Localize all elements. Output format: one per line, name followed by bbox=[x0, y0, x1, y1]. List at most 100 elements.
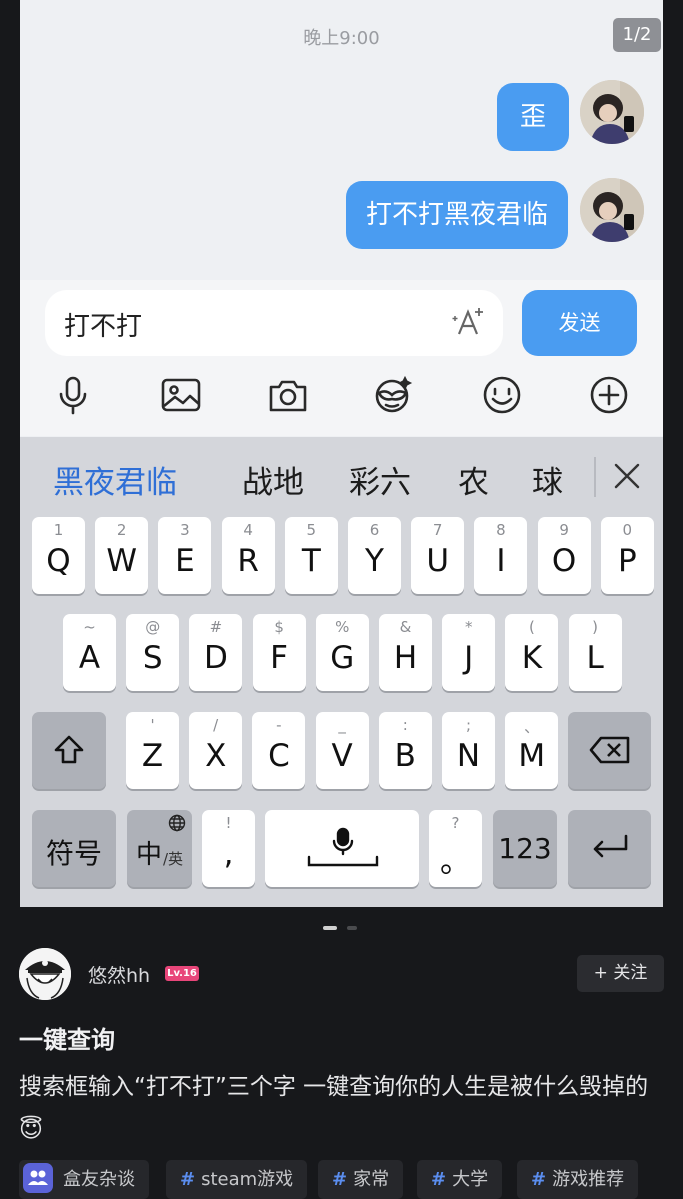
key-label: K bbox=[521, 640, 543, 676]
backspace-key[interactable] bbox=[568, 712, 651, 789]
key-c[interactable]: -C bbox=[252, 712, 306, 789]
circle-tag[interactable]: 盒友杂谈 bbox=[19, 1160, 149, 1199]
language-main-label: 中 bbox=[136, 840, 163, 870]
emoji-icon[interactable] bbox=[481, 374, 523, 416]
key-m[interactable]: 、 M bbox=[505, 712, 559, 789]
camera-icon[interactable] bbox=[267, 374, 309, 416]
key-o[interactable]: 9O bbox=[537, 517, 591, 594]
space-key[interactable] bbox=[265, 810, 419, 887]
key-label: O bbox=[551, 543, 577, 579]
chat-screenshot: 晚上9:00 1/2 歪 打不打黑夜君临 打不打 发送 黑夜君临 战地 彩六 农… bbox=[20, 0, 663, 907]
key-label: P bbox=[617, 543, 637, 579]
author-avatar[interactable] bbox=[19, 948, 71, 1000]
key-label: R bbox=[237, 543, 259, 579]
key-e[interactable]: 3E bbox=[158, 517, 212, 594]
key-label: I bbox=[496, 543, 506, 579]
key-hint: 3 bbox=[180, 521, 190, 539]
numbers-key[interactable]: 123 bbox=[493, 810, 557, 887]
image-pager: 1/2 bbox=[613, 18, 661, 52]
key-label: Z bbox=[141, 738, 164, 774]
key-n[interactable]: ; N bbox=[442, 712, 495, 789]
key-h[interactable]: & H bbox=[379, 614, 432, 691]
key-i[interactable]: 8I bbox=[474, 517, 528, 594]
key-hint: / bbox=[213, 716, 219, 734]
key-hint: 6 bbox=[369, 521, 380, 539]
key-label: U bbox=[426, 543, 450, 579]
period-key[interactable]: ? 。 bbox=[429, 810, 482, 887]
key-v[interactable]: _ V bbox=[315, 712, 369, 789]
candidate-word[interactable]: 战地 bbox=[242, 457, 304, 502]
topic-tag[interactable]: # 家常 bbox=[318, 1160, 404, 1199]
key-r[interactable]: 4R bbox=[221, 517, 275, 594]
key-a[interactable]: ~ A bbox=[63, 614, 116, 691]
topic-tag[interactable]: # 大学 bbox=[417, 1160, 503, 1199]
key-f[interactable]: $ F bbox=[252, 614, 306, 691]
key-label: L bbox=[586, 640, 604, 676]
key-label: A bbox=[78, 640, 101, 676]
close-icon[interactable] bbox=[612, 461, 642, 495]
key-j[interactable]: * J bbox=[442, 614, 496, 691]
message-input-bar: 打不打 发送 bbox=[20, 280, 663, 436]
key-hint: 0 bbox=[622, 521, 633, 539]
key-l[interactable]: ) L bbox=[568, 614, 622, 691]
carousel-dot-active bbox=[323, 926, 337, 930]
candidate-word[interactable]: 黑夜君临 bbox=[53, 457, 177, 502]
key-t[interactable]: 5T bbox=[284, 517, 338, 594]
key-g[interactable]: % G bbox=[315, 614, 369, 691]
key-z[interactable]: ' Z bbox=[126, 712, 179, 789]
key-x[interactable]: / X bbox=[189, 712, 243, 789]
key-hint: ) bbox=[592, 618, 599, 636]
follow-button[interactable]: + 关注 bbox=[577, 955, 664, 992]
message-bubble: 歪 bbox=[497, 83, 569, 151]
key-hint: 8 bbox=[496, 521, 506, 539]
sticker-icon[interactable] bbox=[372, 374, 414, 416]
globe-icon bbox=[168, 814, 186, 836]
language-switch-key[interactable]: 中 /英 bbox=[127, 810, 192, 887]
key-u[interactable]: 7U bbox=[411, 517, 465, 594]
comma-key-label: , bbox=[223, 836, 234, 872]
key-w[interactable]: 2W bbox=[95, 517, 149, 594]
author-name[interactable]: 悠然hh bbox=[88, 961, 150, 988]
key-k[interactable]: (K bbox=[505, 614, 559, 691]
key-hint: @ bbox=[145, 618, 161, 636]
key-hint: % bbox=[335, 618, 350, 636]
carousel-dot bbox=[347, 926, 357, 930]
candidate-word[interactable]: 农 bbox=[458, 457, 489, 502]
key-label: E bbox=[175, 543, 195, 579]
candidate-word[interactable]: 彩六 bbox=[349, 457, 411, 502]
circle-tag-label: 盒友杂谈 bbox=[63, 1169, 135, 1190]
comma-key[interactable]: ! , bbox=[202, 810, 255, 887]
message-input[interactable]: 打不打 bbox=[45, 290, 503, 356]
key-p[interactable]: 0P bbox=[600, 517, 654, 594]
symbols-key[interactable]: 符号 bbox=[32, 810, 116, 887]
candidate-word[interactable]: 球 bbox=[532, 457, 563, 502]
enter-icon bbox=[590, 832, 630, 868]
key-s[interactable]: @ S bbox=[126, 614, 180, 691]
topic-tag-label: 游戏推荐 bbox=[552, 1169, 625, 1190]
send-button[interactable]: 发送 bbox=[522, 290, 637, 356]
post-body: 搜索框输入“打不打”三个字 一键查询你的人生是被什么毁掉的😇 bbox=[19, 1074, 649, 1143]
period-key-label: 。 bbox=[440, 844, 471, 880]
key-label: M bbox=[518, 738, 546, 774]
key-hint: 、 bbox=[524, 718, 540, 736]
text-style-icon[interactable] bbox=[451, 304, 487, 344]
topic-tag[interactable]: # steam游戏 bbox=[166, 1160, 308, 1199]
key-label: N bbox=[456, 738, 481, 774]
key-b[interactable]: :B bbox=[378, 712, 432, 789]
plus-icon[interactable] bbox=[588, 374, 630, 416]
key-label: Y bbox=[365, 543, 384, 579]
avatar bbox=[580, 80, 644, 144]
key-d[interactable]: # D bbox=[189, 614, 243, 691]
enter-key[interactable] bbox=[568, 810, 651, 887]
shift-key[interactable] bbox=[32, 712, 106, 789]
key-hint: # bbox=[209, 618, 223, 636]
image-icon[interactable] bbox=[160, 374, 202, 416]
topic-tag[interactable]: # 游戏推荐 bbox=[517, 1160, 639, 1199]
key-hint: 7 bbox=[432, 521, 443, 539]
key-q[interactable]: 1Q bbox=[32, 517, 85, 594]
numbers-key-label: 123 bbox=[498, 832, 552, 865]
key-hint: 1 bbox=[53, 521, 64, 539]
key-y[interactable]: 6Y bbox=[348, 517, 401, 594]
microphone-icon[interactable] bbox=[52, 374, 94, 416]
key-label: C bbox=[268, 738, 290, 774]
